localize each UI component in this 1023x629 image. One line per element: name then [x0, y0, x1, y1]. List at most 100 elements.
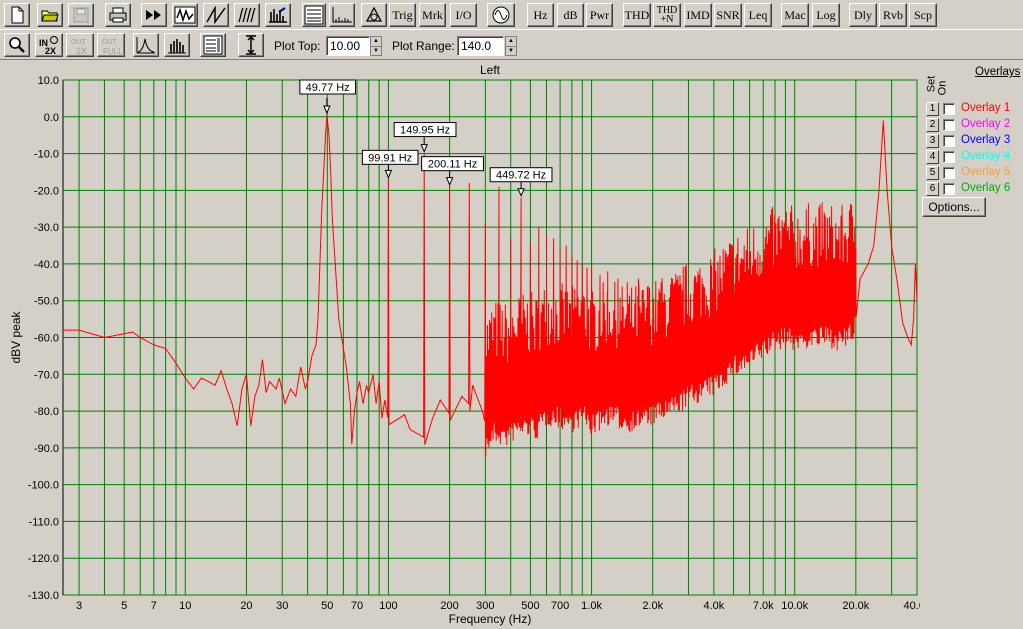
marker-label: 99.91 Hz: [368, 152, 412, 164]
svg-text:2X: 2X: [76, 46, 87, 55]
overlay-on-checkbox[interactable]: [943, 167, 955, 179]
save-button[interactable]: [68, 3, 94, 27]
wave-button[interactable]: [172, 3, 198, 27]
trig-button[interactable]: Trig: [389, 3, 416, 27]
plot-top-spinner[interactable]: ▲ ▼: [370, 36, 382, 56]
zoomout-button[interactable]: OUT 2X: [66, 33, 94, 57]
snr-button[interactable]: SNR: [714, 3, 742, 27]
overlay-set-button[interactable]: 1: [926, 102, 939, 116]
y-tick-label: -50.0: [34, 296, 59, 308]
main-toolbar: Trig Mrk I/O Hz dB Pwr THD THD +N IMD SNR Leq Mac Lo…: [0, 0, 1023, 30]
bars-button[interactable]: [164, 33, 190, 57]
overlay-on-checkbox[interactable]: [943, 151, 955, 163]
ramp-button[interactable]: [203, 3, 229, 27]
overlay-row: 2 Overlay 2: [924, 118, 1022, 132]
overlay-on-checkbox[interactable]: [943, 119, 955, 131]
imd-button[interactable]: IMD: [684, 3, 712, 27]
db-label: dB: [563, 7, 578, 22]
mrk-button[interactable]: Mrk: [419, 3, 446, 27]
plot-range-down-icon[interactable]: ▼: [506, 46, 516, 55]
pwr-button[interactable]: Pwr: [586, 3, 613, 27]
snr-label: SNR: [716, 7, 740, 22]
thdn-button[interactable]: THD +N: [653, 3, 681, 27]
zoom-button[interactable]: [4, 33, 30, 57]
overlay-set-button[interactable]: 3: [926, 134, 939, 148]
x-tick-label: 40.0k: [904, 600, 920, 612]
scp-button[interactable]: Scp: [909, 3, 937, 27]
settings-panel-icon: [203, 35, 223, 55]
x-tick-label: 50: [321, 600, 333, 612]
overlay-row: 4 Overlay 4: [924, 150, 1022, 164]
y-tick-label: 0.0: [44, 112, 59, 124]
x-tick-label: 300: [476, 600, 494, 612]
hz-button[interactable]: Hz: [527, 3, 554, 27]
plot-range-label: Plot Range:: [392, 39, 455, 53]
marker-label: 200.11 Hz: [428, 159, 477, 171]
y-tick-label: -100.0: [28, 480, 59, 492]
mac-button[interactable]: Mac: [781, 3, 809, 27]
spectrogram-icon: [267, 6, 289, 24]
gen-button[interactable]: [487, 3, 515, 27]
settings-button[interactable]: [200, 33, 226, 57]
print-button[interactable]: [105, 3, 131, 27]
mac-label: Mac: [784, 7, 806, 22]
spectrum-plot[interactable]: 10.0 0.0 -10.0 -20.0 -30.0 -40.0 -50.0 -60.0 -70…: [0, 60, 920, 629]
overlay-name: Overlay 2: [961, 118, 1011, 130]
overlay-on-checkbox[interactable]: [943, 135, 955, 147]
zoomfull-button[interactable]: OUT FULL: [97, 33, 125, 57]
x-axis-label: Frequency (Hz): [449, 612, 532, 626]
ramp-icon: [205, 6, 227, 24]
overlay-row: 3 Overlay 3: [924, 134, 1022, 148]
zoom-out-2x-icon: OUT 2X: [69, 35, 91, 55]
panel-button[interactable]: [302, 3, 326, 27]
overlay-set-button[interactable]: 5: [926, 166, 939, 180]
x-tick-label: 7: [151, 600, 157, 612]
overlay-name: Overlay 6: [961, 182, 1011, 194]
db-button[interactable]: dB: [557, 3, 584, 27]
marker-label: 449.72 Hz: [496, 170, 546, 182]
new-button[interactable]: [4, 3, 30, 27]
x-tick-label: 20: [240, 600, 252, 612]
leq-button[interactable]: Leq: [744, 3, 772, 27]
plot-top-up-icon[interactable]: ▲: [371, 37, 381, 46]
zoomin-button[interactable]: IN 2X: [35, 33, 63, 57]
signal-generator-icon: [491, 5, 511, 25]
rvb-button[interactable]: Rvb: [879, 3, 907, 27]
plot-range-up-icon[interactable]: ▲: [506, 37, 516, 46]
autoscale-button[interactable]: [238, 33, 264, 57]
ff-button[interactable]: [141, 3, 167, 27]
dly-button[interactable]: Dly: [849, 3, 877, 27]
options-button[interactable]: Options...: [922, 197, 986, 217]
chart-title: Left: [480, 63, 501, 77]
on-label: On: [936, 80, 949, 96]
wav3d-button[interactable]: [234, 3, 260, 27]
overlay-row: 1 Overlay 1: [924, 102, 1022, 116]
overlay-on-checkbox[interactable]: [943, 103, 955, 115]
overlay-on-checkbox[interactable]: [943, 183, 955, 195]
thd-button[interactable]: THD: [623, 3, 651, 27]
thdn-label: THD +N: [656, 5, 678, 25]
overlay-set-button[interactable]: 4: [926, 150, 939, 164]
spec-button[interactable]: [265, 3, 291, 27]
overlay-set-button[interactable]: 6: [926, 182, 939, 196]
y-tick-label: -60.0: [34, 333, 59, 345]
log-button[interactable]: Log: [812, 3, 840, 27]
open-button[interactable]: [37, 3, 63, 27]
y-tick-label: -90.0: [34, 443, 59, 455]
overlay-name: Overlay 4: [961, 150, 1011, 162]
x-tick-label: 70: [351, 600, 363, 612]
save-disk-icon: [73, 7, 89, 23]
io-button[interactable]: I/O: [450, 3, 477, 27]
svg-text:OUT: OUT: [102, 39, 118, 46]
plot-top-down-icon[interactable]: ▼: [371, 46, 381, 55]
spectrum-chart[interactable]: 10.0 0.0 -10.0 -20.0 -30.0 -40.0 -50.0 -60.0 -70…: [0, 60, 920, 629]
octave-button[interactable]: [329, 3, 355, 27]
x-tick-label: 4.0k: [703, 600, 724, 612]
peak-button[interactable]: [133, 33, 159, 57]
plot-range-input[interactable]: [457, 36, 504, 56]
phase-button[interactable]: [361, 3, 387, 27]
plot-top-input[interactable]: [326, 36, 370, 56]
plot-range-spinner[interactable]: ▲ ▼: [505, 36, 517, 56]
overlay-set-button[interactable]: 2: [926, 118, 939, 132]
y-tick-label: -10.0: [34, 149, 59, 161]
